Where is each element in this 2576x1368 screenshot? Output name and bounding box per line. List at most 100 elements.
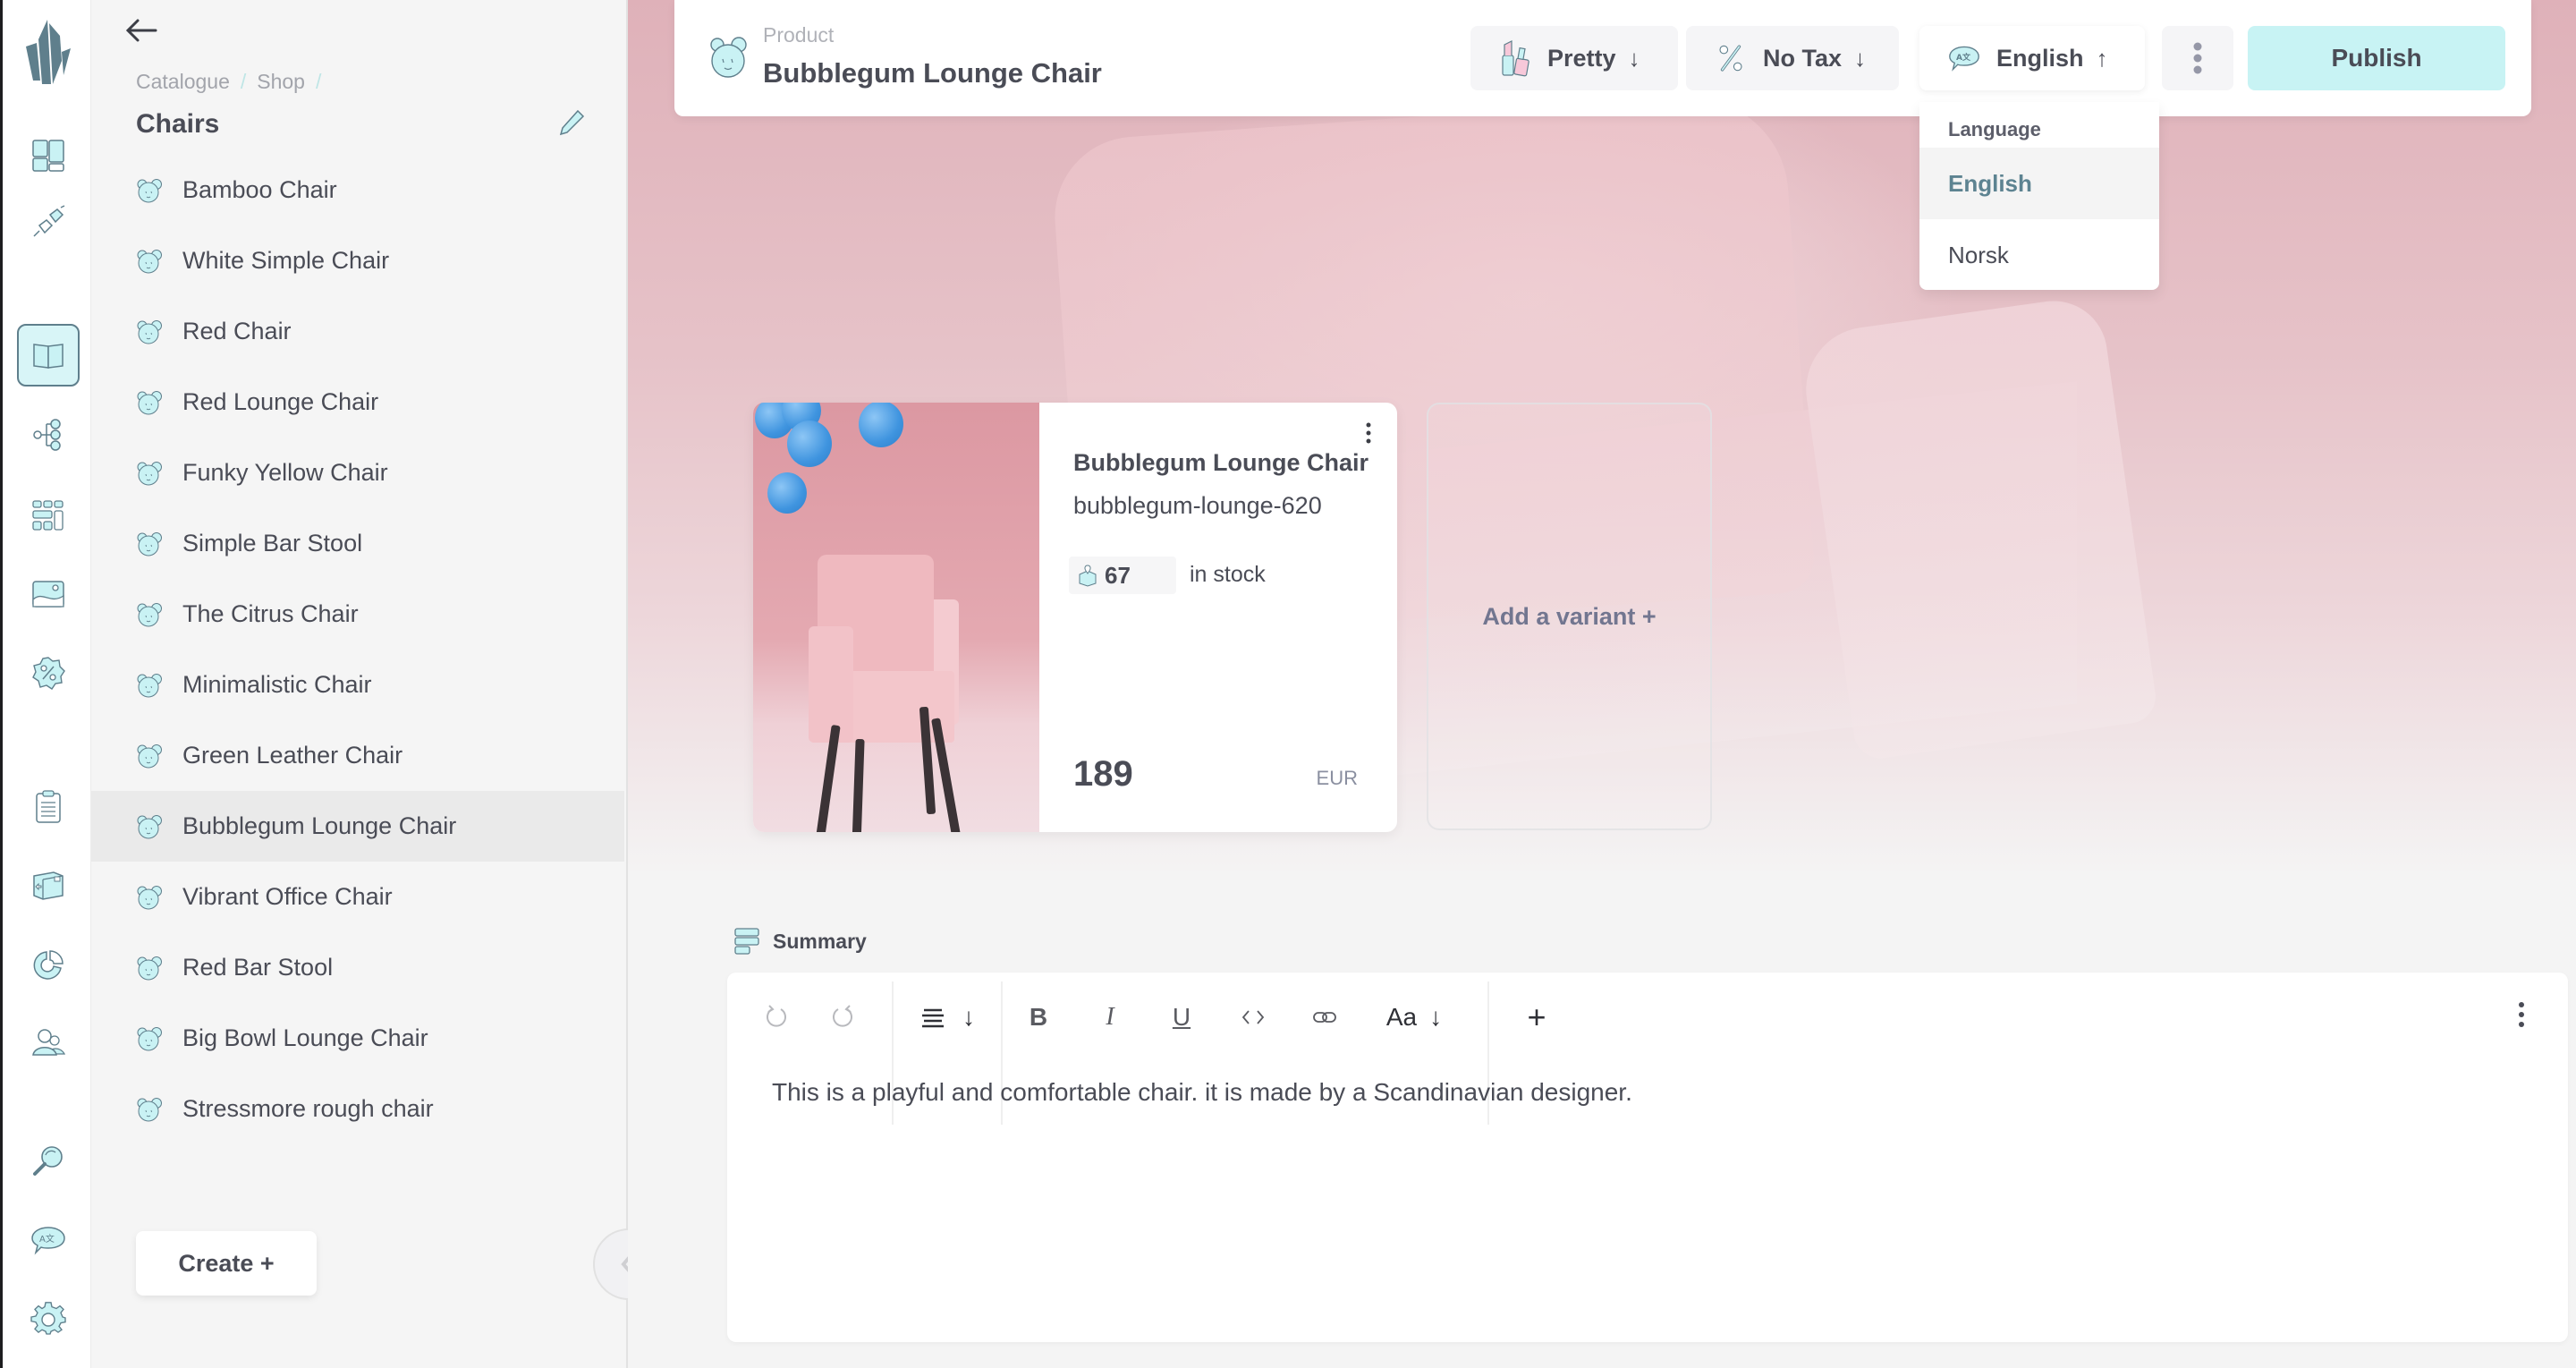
undo-button[interactable] — [745, 981, 809, 1053]
rail-catalogue[interactable] — [17, 324, 80, 387]
pencil-icon — [559, 109, 585, 136]
list-item[interactable]: Bubblegum Lounge Chair — [91, 791, 624, 862]
list-item[interactable]: White Simple Chair — [91, 225, 624, 296]
product-bear-icon — [137, 743, 162, 768]
product-bear-icon — [137, 1026, 162, 1050]
language-option-norsk[interactable]: Norsk — [1919, 219, 2159, 291]
product-bear-icon — [137, 461, 162, 485]
language-selector[interactable]: A文 English ↑ — [1919, 26, 2145, 90]
stock-count: 67 — [1069, 557, 1176, 594]
product-bear-icon — [137, 602, 162, 626]
text-style-dropdown[interactable]: Aa ↓ — [1360, 981, 1468, 1053]
italic-button[interactable]: I — [1074, 981, 1146, 1053]
percent-icon — [1719, 45, 1742, 72]
publish-button[interactable]: Publish — [2248, 26, 2505, 90]
chevron-down-icon: ↓ — [962, 1003, 975, 1031]
undo-icon — [767, 1005, 786, 1027]
variant-name: Bubblegum Lounge Chair — [1073, 449, 1368, 476]
list-item[interactable]: Funky Yellow Chair — [91, 438, 624, 508]
list-item[interactable]: Vibrant Office Chair — [91, 862, 624, 932]
variant-price: 189 — [1073, 754, 1133, 794]
tax-toggle[interactable]: No Tax ↓ — [1686, 26, 1899, 90]
app-logo-icon[interactable] — [22, 16, 72, 88]
plug-icon — [33, 205, 65, 237]
list-item[interactable]: Simple Bar Stool — [91, 508, 624, 579]
summary-content[interactable]: This is a playful and comfortable chair.… — [772, 1078, 1632, 1107]
rail-search[interactable] — [27, 1140, 70, 1183]
link-icon — [1313, 1012, 1336, 1023]
align-dropdown[interactable]: ↓ — [894, 981, 1001, 1053]
underline-button[interactable]: U — [1146, 981, 1217, 1053]
create-button[interactable]: Create + — [136, 1231, 317, 1296]
pie-chart-icon — [33, 950, 64, 980]
product-bear-icon — [137, 249, 162, 273]
topic-tree-icon — [33, 419, 61, 451]
list-item[interactable]: Bamboo Chair — [91, 155, 624, 225]
translate-icon: A文 — [1949, 46, 1979, 72]
variant-card[interactable]: Bubblegum Lounge Chair bubblegum-lounge-… — [753, 403, 1397, 832]
rail-shipments[interactable] — [27, 863, 70, 906]
chevron-down-icon: ↓ — [1429, 1003, 1443, 1031]
list-item-label: Bubblegum Lounge Chair — [182, 812, 457, 839]
rail-settings[interactable] — [27, 1297, 70, 1340]
list-item[interactable]: Red Chair — [91, 296, 624, 367]
language-option-english[interactable]: English — [1919, 148, 2159, 219]
rail-dashboard[interactable] — [27, 134, 70, 177]
text-style-label: Aa — [1385, 1003, 1418, 1031]
variant-menu-icon[interactable] — [1360, 421, 1377, 447]
entity-kind: Product — [763, 23, 835, 47]
variant-sku: bubblegum-lounge-620 — [1073, 492, 1322, 519]
rail-plugins[interactable] — [27, 200, 70, 243]
tax-label: No Tax — [1763, 44, 1843, 72]
list-item[interactable]: Red Lounge Chair — [91, 367, 624, 438]
more-options-button[interactable] — [2162, 26, 2233, 90]
code-button[interactable] — [1217, 981, 1289, 1053]
breadcrumb-separator: / — [315, 70, 322, 93]
add-variant-button[interactable]: Add a variant + — [1427, 403, 1712, 830]
list-item-label: Bamboo Chair — [182, 176, 337, 203]
bold-button[interactable]: B — [1003, 981, 1074, 1053]
list-item[interactable]: Big Bowl Lounge Chair — [91, 1003, 624, 1074]
stock-value: 67 — [1105, 561, 1131, 589]
rail-topics[interactable] — [27, 413, 70, 456]
list-item[interactable]: The Citrus Chair — [91, 579, 624, 650]
pretty-label: Pretty — [1547, 44, 1616, 72]
edit-folder-button[interactable] — [556, 107, 587, 138]
discount-badge-icon — [32, 657, 65, 690]
rail-orders[interactable] — [27, 786, 70, 828]
list-item[interactable]: Minimalistic Chair — [91, 650, 624, 720]
rail-translations[interactable]: A文 — [27, 1219, 70, 1262]
rail-grids[interactable] — [27, 494, 70, 537]
insert-button[interactable]: + — [1489, 981, 1584, 1053]
product-editor: Product Bubblegum Lounge Chair Pretty ↓ … — [628, 0, 2576, 1368]
dropdown-heading: Language — [1948, 118, 2041, 140]
editor-menu-icon[interactable] — [2512, 998, 2530, 1033]
kebab-menu-icon — [2193, 42, 2202, 74]
rail-customers[interactable] — [27, 1020, 70, 1063]
redo-button[interactable] — [809, 981, 874, 1053]
image-icon — [32, 581, 64, 608]
list-item[interactable]: Green Leather Chair — [91, 720, 624, 791]
pretty-toggle[interactable]: Pretty ↓ — [1470, 26, 1678, 90]
breadcrumb-shop[interactable]: Shop — [257, 70, 305, 94]
list-item-label: Funky Yellow Chair — [182, 459, 388, 486]
stock-label: in stock — [1190, 562, 1266, 587]
rail-reports[interactable] — [27, 943, 70, 986]
product-bear-icon — [137, 956, 162, 980]
list-item[interactable]: Stressmore rough chair — [91, 1074, 624, 1144]
list-item[interactable]: Red Bar Stool — [91, 932, 624, 1003]
back-button[interactable] — [123, 13, 163, 48]
variant-image — [753, 403, 1039, 832]
arrow-up-icon: ↑ — [2096, 44, 2108, 72]
product-bear-icon — [137, 673, 162, 697]
breadcrumb-catalogue[interactable]: Catalogue — [136, 70, 230, 94]
folder-title: Chairs — [136, 109, 220, 139]
list-item-label: Red Lounge Chair — [182, 388, 379, 415]
list-item-label: Stressmore rough chair — [182, 1095, 434, 1122]
summary-editor: ↓ B I U Aa ↓ + This is a playful and com… — [727, 973, 2568, 1342]
rail-media[interactable] — [27, 573, 70, 616]
variant-currency: EUR — [1316, 767, 1358, 789]
rail-discounts[interactable] — [27, 651, 70, 694]
list-item-label: Green Leather Chair — [182, 742, 403, 769]
link-button[interactable] — [1289, 981, 1360, 1053]
